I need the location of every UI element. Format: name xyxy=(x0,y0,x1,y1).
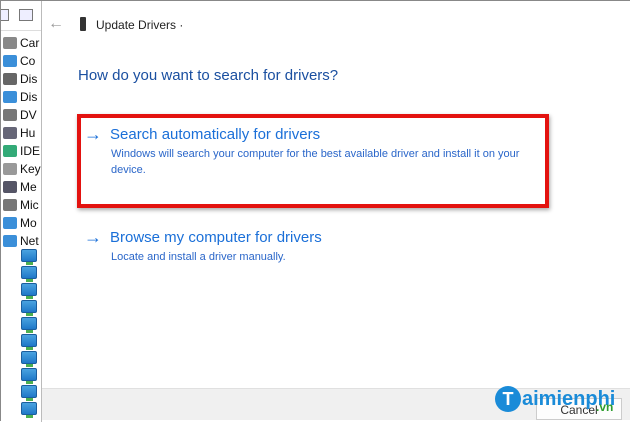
option-label: Search automatically for drivers xyxy=(110,126,321,143)
network-adapter-icon[interactable] xyxy=(21,402,37,418)
category-label: Car xyxy=(20,36,40,50)
device-category-icon xyxy=(3,145,17,157)
category-label: Hu xyxy=(20,126,36,140)
device-category-icon xyxy=(3,163,17,175)
option-label: Browse my computer for drivers xyxy=(110,229,322,246)
category-label: Mo xyxy=(20,216,37,230)
device-icon xyxy=(80,17,86,31)
network-adapter-icon[interactable] xyxy=(21,300,37,316)
tree-category[interactable]: Mo xyxy=(3,214,37,232)
tree-category[interactable]: Mic xyxy=(3,196,39,214)
tree-category[interactable]: Co xyxy=(3,52,35,70)
option-description: Locate and install a driver manually. xyxy=(111,251,286,263)
network-adapter-icon[interactable] xyxy=(21,385,37,401)
category-label: Dis xyxy=(20,90,38,104)
back-arrow-icon[interactable]: ← xyxy=(48,15,64,33)
category-label: Mic xyxy=(20,198,39,212)
category-label: Net xyxy=(20,234,39,248)
tree-category[interactable]: IDE xyxy=(3,142,40,160)
device-tree: Car Co Dis Dis DV Hu IDE Key Me Mic Mo Net xyxy=(1,1,41,422)
update-drivers-dialog: ← Update Drivers · How do you want to se… xyxy=(41,1,630,422)
category-label: Key xyxy=(20,162,41,176)
category-label: IDE xyxy=(20,144,41,158)
tree-category[interactable]: Dis xyxy=(3,70,37,88)
network-adapter-icon[interactable] xyxy=(21,317,37,333)
tree-category[interactable]: Hu xyxy=(3,124,35,142)
browse-computer-option[interactable]: → Browse my computer for drivers Locate … xyxy=(84,227,564,269)
device-category-icon xyxy=(3,127,17,139)
device-category-icon xyxy=(3,217,17,229)
network-adapter-icon[interactable] xyxy=(21,351,37,367)
arrow-right-icon: → xyxy=(84,227,102,247)
device-category-icon xyxy=(3,181,17,193)
tree-category[interactable]: Key xyxy=(3,160,41,178)
network-adapter-icon[interactable] xyxy=(21,334,37,350)
device-category-icon xyxy=(3,55,17,67)
tree-category[interactable]: Me xyxy=(3,178,37,196)
tree-category[interactable]: Net xyxy=(3,232,39,250)
device-category-icon xyxy=(3,235,17,247)
category-label: DV xyxy=(20,108,37,122)
device-category-icon xyxy=(3,91,17,103)
arrow-right-icon: → xyxy=(84,124,102,144)
device-manager-panel: Car Co Dis Dis DV Hu IDE Key Me Mic Mo Net xyxy=(1,1,41,422)
tree-category[interactable]: Dis xyxy=(3,88,37,106)
network-adapter-icon[interactable] xyxy=(21,249,37,265)
device-category-icon xyxy=(3,37,17,49)
device-category-icon xyxy=(3,199,17,211)
watermark-logo: T aimienphi .vn xyxy=(495,386,615,414)
category-label: Dis xyxy=(20,72,38,86)
network-adapter-icon[interactable] xyxy=(21,266,37,282)
option-description: Windows will search your computer for th… xyxy=(111,148,520,176)
device-category-icon xyxy=(3,109,17,121)
tree-category[interactable]: Car xyxy=(3,34,39,52)
logo-vn: .vn xyxy=(596,400,614,414)
network-adapter-icon[interactable] xyxy=(21,283,37,299)
category-label: Co xyxy=(20,54,36,68)
device-category-icon xyxy=(3,73,17,85)
search-automatically-option[interactable]: → Search automatically for drivers Windo… xyxy=(84,124,564,176)
question-heading: How do you want to search for drivers? xyxy=(78,67,339,84)
dialog-title: Update Drivers · xyxy=(96,18,184,32)
tree-category[interactable]: DV xyxy=(3,106,37,124)
category-label: Me xyxy=(20,180,37,194)
logo-icon: T xyxy=(495,386,521,412)
network-adapter-icon[interactable] xyxy=(21,368,37,384)
